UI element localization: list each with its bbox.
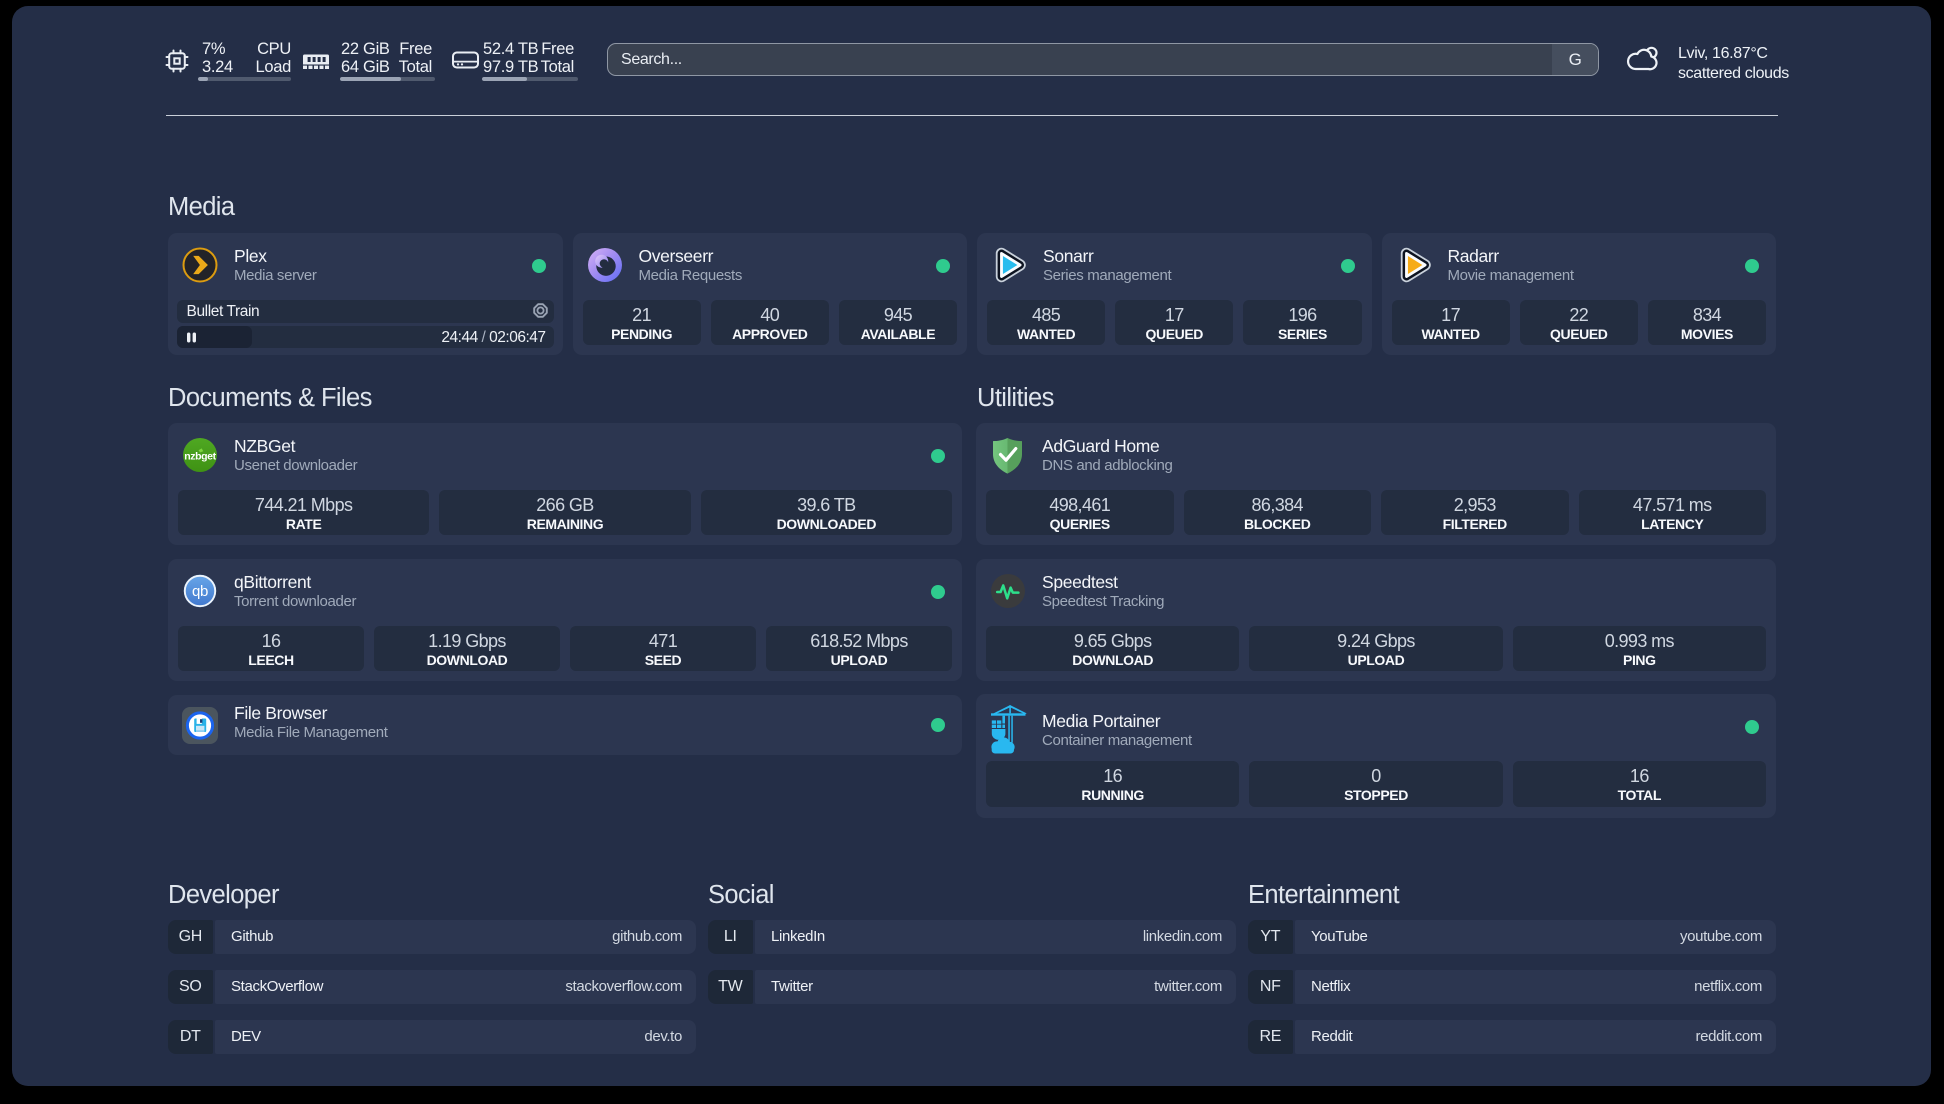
- svg-text:qb: qb: [192, 583, 208, 600]
- svg-text:nzbget: nzbget: [184, 451, 216, 463]
